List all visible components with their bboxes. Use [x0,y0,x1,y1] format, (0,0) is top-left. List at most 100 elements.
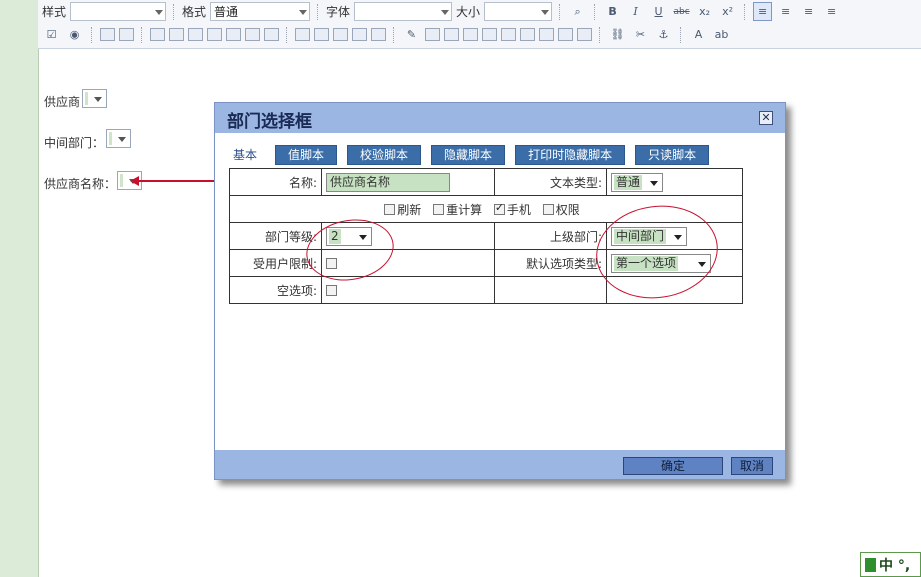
align-center-icon[interactable]: ≡ [776,2,795,21]
table-merge-icon[interactable] [482,28,497,41]
anchor-icon[interactable]: ⚓ [654,25,673,44]
refresh-checkbox[interactable] [384,203,396,215]
text-type-label: 文本类型: [494,168,607,196]
supplier-field-label: 供应商 [44,95,81,109]
align-justify-icon[interactable]: ≡ [822,2,841,21]
supplier-name-label: 供应商名称： [44,177,117,191]
middle-dept-label: 中间部门： [44,136,105,150]
parent-dept-label: 上级部门: [494,222,607,250]
department-select-dialog: 部门选择框 ✕ 基本 值脚本 校验脚本 隐藏脚本 打印时隐藏脚本 只读脚本 名称… [214,102,786,480]
bg-color-icon[interactable]: ab [712,25,731,44]
strikethrough-button[interactable]: abc [672,2,691,21]
checkbox-control-icon[interactable]: ☑ [42,25,61,44]
macro-icon[interactable] [226,28,241,41]
department-select-icon[interactable] [207,28,222,41]
name-input[interactable]: 供应商名称 [326,172,450,192]
italic-button[interactable]: I [626,2,645,21]
permission-label: 权限 [555,202,580,217]
underline-button[interactable]: U [649,2,668,21]
image-insert-icon[interactable] [501,28,516,41]
table-row-icon[interactable] [444,28,459,41]
format-select-value: 普通 [214,5,239,19]
unlink-icon[interactable]: ✂ [631,25,650,44]
radio-control-icon[interactable]: ◉ [65,25,84,44]
format-label: 格式 [182,5,207,19]
form-icon[interactable] [371,28,386,41]
align-right-icon[interactable]: ≡ [799,2,818,21]
empty-option-label: 空选项: [229,276,322,304]
tab-value-script[interactable]: 值脚本 [275,145,338,165]
tab-hide-script[interactable]: 隐藏脚本 [431,145,506,165]
permission-checkbox[interactable] [542,203,554,215]
template-icon[interactable] [352,28,367,41]
name-label: 名称: [229,168,322,196]
ime-text: 中 °, [879,557,911,574]
refresh-label: 刷新 [397,202,422,217]
mobile-checkbox[interactable] [493,201,505,215]
find-replace-icon[interactable]: ⌕ [568,2,587,21]
format-select[interactable]: 普通 [210,2,311,21]
text-type-select[interactable]: 普通 [611,172,663,192]
special-char-icon[interactable] [558,28,573,41]
list-control-icon[interactable] [150,28,165,41]
ime-status-bar[interactable]: 中 °, [860,552,921,577]
tab-validate-script[interactable]: 校验脚本 [347,145,422,165]
editor-toolbar: 样式 格式 普通 字体 大小 ⌕ B I U abc x₂ x² ≡ ≡ ≡ ≡… [38,0,921,49]
align-left-icon[interactable]: ≡ [753,2,773,21]
link-icon[interactable]: ⛓ [608,25,627,44]
paste-icon[interactable] [333,28,348,41]
middle-dept-select[interactable] [106,129,131,148]
table-insert-icon[interactable] [425,28,440,41]
annotation-arrow-head [130,176,139,186]
ok-button[interactable]: 确定 [623,457,723,475]
empty-option-checkbox[interactable] [326,285,337,296]
size-label: 大小 [456,5,481,19]
media-insert-icon[interactable] [539,28,554,41]
flash-insert-icon[interactable] [520,28,535,41]
text-type-value: 普通 [614,174,643,190]
left-panel-strip [0,0,39,577]
tab-print-hide-script[interactable]: 打印时隐藏脚本 [515,145,626,165]
ime-logo-icon [865,557,876,572]
dialog-tabs: 基本 值脚本 校验脚本 隐藏脚本 打印时隐藏脚本 只读脚本 [229,145,710,165]
font-label: 字体 [326,5,351,19]
bold-button[interactable]: B [603,2,622,21]
pencil-icon[interactable]: ✎ [402,25,421,44]
name-cell: 供应商名称 [321,168,495,196]
close-icon[interactable]: ✕ [759,111,773,125]
dialog-footer: 确定 取消 [215,450,785,479]
dialog-title: 部门选择框 [227,112,312,132]
tab-basic[interactable]: 基本 [229,146,265,164]
text-color-icon[interactable]: A [689,25,708,44]
textarea-control-icon[interactable] [119,28,134,41]
text-type-cell: 普通 [606,168,743,196]
table-col-icon[interactable] [463,28,478,41]
supplier-field-select[interactable] [82,89,107,108]
copy-icon[interactable] [314,28,329,41]
dialog-titlebar[interactable]: 部门选择框 ✕ [215,103,785,133]
recalc-label: 重计算 [446,202,483,217]
tab-readonly-script[interactable]: 只读脚本 [635,145,710,165]
superscript-button[interactable]: x² [718,2,737,21]
calendar-icon[interactable] [169,28,184,41]
toolbar-row-1: 样式 格式 普通 字体 大小 ⌕ B I U abc x₂ x² ≡ ≡ ≡ ≡ [38,0,841,23]
dialog-body: 基本 值脚本 校验脚本 隐藏脚本 打印时隐藏脚本 只读脚本 名称: 供应商名称 … [215,133,785,450]
hr-icon[interactable] [295,28,310,41]
size-select[interactable] [484,2,553,21]
mobile-label: 手机 [506,202,531,217]
subscript-button[interactable]: x₂ [695,2,714,21]
attachment-control-icon[interactable] [264,28,279,41]
image-control-icon[interactable] [245,28,260,41]
recalc-checkbox[interactable] [433,203,445,215]
style-label: 样式 [42,5,67,19]
table-row: 名称: 供应商名称 文本类型: 普通 [229,168,743,196]
textfield-control-icon[interactable] [100,28,115,41]
cancel-button[interactable]: 取消 [731,457,773,475]
font-select[interactable] [354,2,453,21]
toolbar-row-2: ☑ ◉ ✎ ⛓ ✂ ⚓ A ab [38,23,731,46]
style-select[interactable] [70,2,167,21]
user-select-icon[interactable] [188,28,203,41]
smiley-icon[interactable] [577,28,592,41]
empty-cell [494,276,607,304]
default-option-label: 默认选项类型: [494,249,607,277]
